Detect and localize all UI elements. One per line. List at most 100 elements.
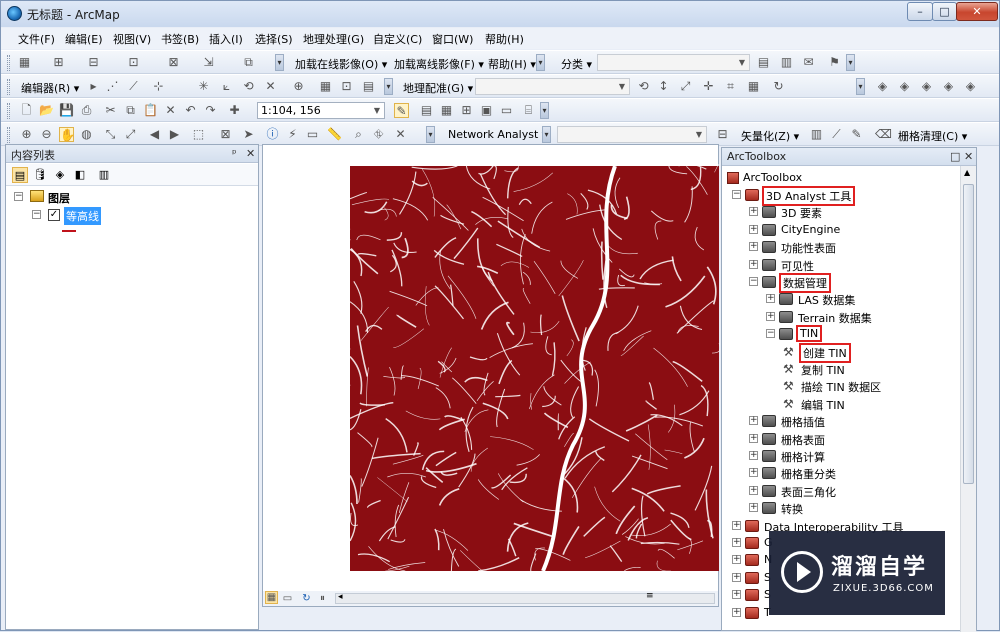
- network-layer-select[interactable]: ▼: [557, 126, 707, 143]
- 3d-tool-icon[interactable]: ◈: [919, 79, 934, 94]
- 3d-tool-icon[interactable]: ◈: [963, 79, 978, 94]
- editor-toolbar-icon[interactable]: ✎: [394, 103, 409, 118]
- collapse-icon[interactable]: −: [14, 192, 23, 201]
- zoom-out-icon[interactable]: ⊖: [39, 127, 54, 142]
- copy-icon[interactable]: ⧉: [123, 103, 138, 118]
- expand-icon[interactable]: +: [749, 434, 758, 443]
- sketch-props-icon[interactable]: ⊡: [339, 79, 354, 94]
- toolbar-grip[interactable]: [7, 55, 10, 71]
- python-window-icon[interactable]: ▭: [499, 103, 514, 118]
- add-offline-imagery-button[interactable]: 加载离线影像(F) ▾: [394, 56, 484, 72]
- feature-icon[interactable]: ⇲: [201, 55, 216, 70]
- 3d-tool-icon[interactable]: ◈: [897, 79, 912, 94]
- expand-icon[interactable]: +: [732, 538, 741, 547]
- expand-icon[interactable]: +: [766, 312, 775, 321]
- contour-map[interactable]: [263, 145, 720, 593]
- classify-layer-select[interactable]: ▼: [597, 54, 750, 71]
- zoom-in-icon[interactable]: ⊕: [19, 127, 34, 142]
- save-icon[interactable]: 💾: [59, 103, 74, 118]
- scroll-up-icon[interactable]: ▲: [964, 168, 970, 177]
- pin-icon[interactable]: ᵖ: [232, 147, 237, 160]
- align-icon[interactable]: ⊟: [86, 55, 101, 70]
- redo-icon[interactable]: ↷: [203, 103, 218, 118]
- layer-name[interactable]: 等高线: [64, 207, 101, 225]
- expand-icon[interactable]: +: [732, 573, 741, 582]
- toolbar-overflow-chevron[interactable]: ▾: [426, 126, 435, 143]
- measure-icon[interactable]: 📏: [327, 127, 342, 142]
- menu-insert[interactable]: 插入(I): [209, 31, 243, 47]
- menu-view[interactable]: 视图(V): [113, 31, 151, 47]
- list-by-selection-icon[interactable]: ◧: [72, 167, 88, 183]
- pan-icon[interactable]: ✋: [59, 127, 74, 142]
- back-extent-icon[interactable]: ◀: [147, 127, 162, 142]
- construction-icon[interactable]: ⊹: [151, 79, 166, 94]
- expand-icon[interactable]: +: [749, 451, 758, 460]
- model-builder-icon[interactable]: ⌸: [521, 103, 536, 118]
- fixed-zoom-out-icon[interactable]: ⤢: [123, 127, 138, 142]
- list-by-source-icon[interactable]: 🛢: [32, 167, 48, 183]
- scale-icon[interactable]: ✕: [263, 79, 278, 94]
- print-icon[interactable]: ⎙: [79, 103, 94, 118]
- merge-icon[interactable]: ⊕: [291, 79, 306, 94]
- expand-icon[interactable]: +: [732, 590, 741, 599]
- control-links-icon[interactable]: ⌗: [723, 79, 738, 94]
- add-data-icon[interactable]: ✚: [227, 103, 242, 118]
- attributes-icon[interactable]: ⧉: [241, 55, 256, 70]
- rotate-georef-icon[interactable]: ⟲: [636, 79, 651, 94]
- scroll-thumb[interactable]: [963, 184, 974, 484]
- go-to-xy-icon[interactable]: ✕: [393, 127, 408, 142]
- layer-tool-icon[interactable]: ▦: [17, 55, 32, 70]
- attributes-table-icon[interactable]: ▦: [318, 79, 333, 94]
- refresh-icon[interactable]: ↻: [299, 591, 314, 606]
- data-view-icon[interactable]: ▦: [265, 591, 278, 604]
- menu-geoprocessing[interactable]: 地理处理(G): [303, 31, 364, 47]
- toc-close-icon[interactable]: ✕: [246, 147, 255, 160]
- minimize-button[interactable]: –: [907, 2, 933, 21]
- horizontal-scrollbar[interactable]: ◂ ≡: [335, 593, 715, 604]
- menu-selection[interactable]: 选择(S): [255, 31, 293, 47]
- select-features-icon[interactable]: ⬚: [191, 127, 206, 142]
- arctoolbox-icon[interactable]: ▣: [479, 103, 494, 118]
- menu-customize[interactable]: 自定义(C): [373, 31, 422, 47]
- cut-polygon-icon[interactable]: ⟀: [219, 79, 234, 94]
- scroll-left-icon[interactable]: ◂: [338, 592, 343, 602]
- edit-tool-icon[interactable]: ▸: [86, 79, 101, 94]
- route-icon[interactable]: ⛗: [371, 127, 386, 142]
- redo-georef-icon[interactable]: ↻: [771, 79, 786, 94]
- expand-icon[interactable]: +: [749, 260, 758, 269]
- edit-vertices-icon[interactable]: ⋰: [105, 79, 120, 94]
- layout-view-icon[interactable]: ▭: [280, 591, 295, 606]
- raster-cleanup-dropdown[interactable]: 栅格清理(C) ▾: [898, 128, 967, 144]
- toolbar-overflow-chevron[interactable]: ▾: [856, 78, 865, 95]
- fixed-zoom-in-icon[interactable]: ⤡: [103, 127, 118, 142]
- search-window-icon[interactable]: ⊞: [459, 103, 474, 118]
- expand-icon[interactable]: +: [732, 608, 741, 617]
- expand-icon[interactable]: +: [749, 416, 758, 425]
- select-elements-icon[interactable]: ➤: [241, 127, 256, 142]
- forward-extent-icon[interactable]: ▶: [167, 127, 182, 142]
- straight-segment-icon[interactable]: ⟋: [126, 79, 141, 94]
- full-extent-icon[interactable]: ◍: [79, 127, 94, 142]
- raster-line-icon[interactable]: ⟋: [829, 127, 844, 142]
- scale-georef-icon[interactable]: ⤢: [678, 79, 693, 94]
- toc-options-icon[interactable]: ▥: [96, 167, 112, 183]
- expand-icon[interactable]: +: [732, 555, 741, 564]
- map-view[interactable]: [262, 144, 719, 592]
- expand-icon[interactable]: +: [766, 294, 775, 303]
- close-button[interactable]: ✕: [956, 2, 998, 21]
- 3d-tool-icon[interactable]: ◈: [875, 79, 890, 94]
- paste-icon[interactable]: 📋: [143, 103, 158, 118]
- create-features-icon[interactable]: ▤: [361, 79, 376, 94]
- open-folder-icon[interactable]: 📂: [39, 103, 54, 118]
- new-document-icon[interactable]: 🗋: [19, 103, 34, 118]
- scroll-grip-icon[interactable]: ≡: [646, 591, 654, 601]
- raster-painting-icon[interactable]: ▥: [809, 127, 824, 142]
- maximize-panel-icon[interactable]: □: [950, 150, 960, 163]
- find-icon[interactable]: ⌕: [351, 127, 366, 142]
- menu-bookmarks[interactable]: 书签(B): [161, 31, 199, 47]
- toolbar-grip[interactable]: [7, 127, 10, 143]
- toolbar-overflow-chevron[interactable]: ▾: [542, 126, 551, 143]
- identify-icon[interactable]: ⓘ: [265, 127, 280, 142]
- classify-stats-icon[interactable]: ▥: [779, 55, 794, 70]
- add-control-points-icon[interactable]: ✛: [701, 79, 716, 94]
